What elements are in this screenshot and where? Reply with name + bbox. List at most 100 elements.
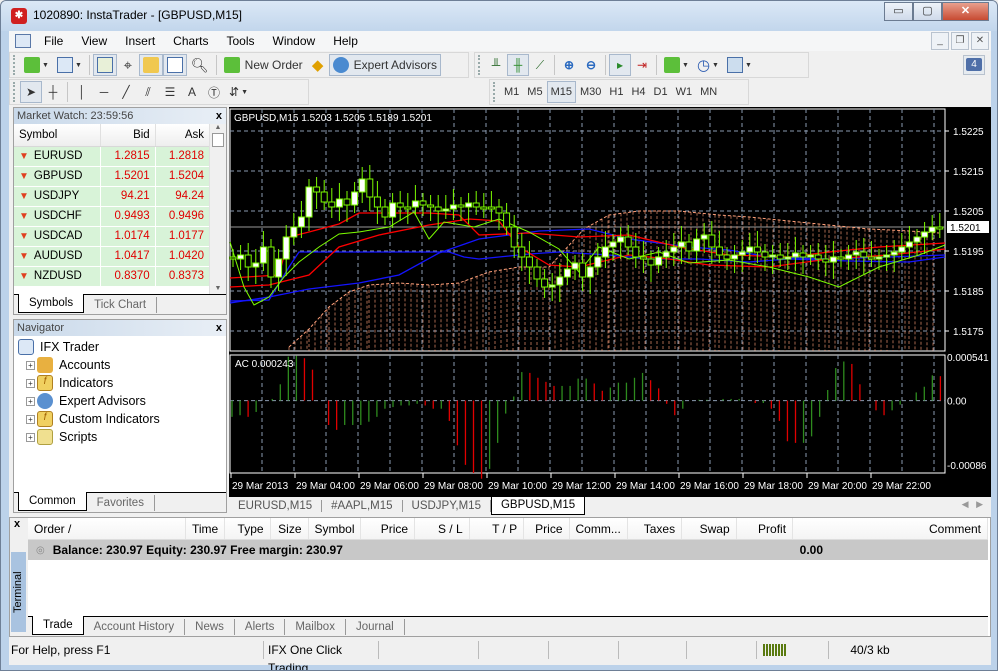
menu-file[interactable]: File [35, 34, 72, 48]
column-header[interactable]: Price [524, 518, 570, 539]
indicators-button[interactable]: ▼ [660, 54, 693, 76]
tab-journal[interactable]: Journal [346, 619, 405, 635]
alert-button[interactable]: ◆ [307, 54, 329, 76]
market-watch-row[interactable]: ▼ NZDUSD 0.8370 0.8373 [14, 266, 211, 287]
column-bid[interactable]: Bid [100, 124, 156, 147]
chart-window[interactable]: 1.5225 1.5215 1.5205 1.5195 1.5185 1.5175 1.52… [229, 107, 991, 497]
close-button[interactable]: ✕ [942, 2, 989, 21]
trendline-tool[interactable]: ╱ [115, 81, 137, 103]
tab-trade[interactable]: Trade [32, 616, 84, 635]
nav-item-accounts[interactable]: + Accounts [18, 356, 226, 374]
timeframe-m30[interactable]: M30 [576, 81, 605, 103]
periods-button[interactable]: ◷ ▼ [693, 54, 723, 76]
timeframe-m1[interactable]: M1 [500, 81, 523, 103]
market-watch-row[interactable]: ▼ GBPUSD 1.5201 1.5204 [14, 166, 211, 187]
zoom-in-button[interactable]: ⊕ [558, 54, 580, 76]
strategy-tester-button[interactable]: 🔍︎ [187, 54, 213, 76]
expand-icon[interactable]: + [26, 396, 35, 406]
mdi-minimize-button[interactable]: _ [931, 32, 949, 50]
nav-item-indicators[interactable]: + f Indicators [18, 374, 226, 392]
tab-alerts[interactable]: Alerts [235, 619, 286, 635]
crosshair-tool[interactable]: ┼ [42, 81, 64, 103]
menu-tools[interactable]: Tools [218, 34, 264, 48]
new-order-button[interactable]: New Order [220, 54, 307, 76]
text-label-tool[interactable]: Ⓣ [203, 81, 225, 103]
nav-item-scripts[interactable]: + Scripts [18, 428, 226, 446]
data-window-button[interactable]: ⌖ [117, 54, 139, 76]
menu-charts[interactable]: Charts [164, 34, 217, 48]
text-tool[interactable]: A [181, 81, 203, 103]
terminal-toggle[interactable] [162, 54, 187, 76]
menu-insert[interactable]: Insert [116, 34, 164, 48]
tab-common[interactable]: Common [18, 492, 87, 511]
timeframe-m5[interactable]: M5 [523, 81, 546, 103]
maximize-button[interactable]: ▢ [913, 2, 942, 21]
navigator-toggle[interactable] [138, 54, 163, 76]
navigator-close-button[interactable]: x [216, 320, 222, 336]
market-watch-row[interactable]: ▼ USDCAD 1.0174 1.0177 [14, 226, 211, 247]
column-symbol[interactable]: Symbol [14, 124, 102, 147]
column-header[interactable]: Profit [737, 518, 794, 539]
balance-row[interactable]: ◎ Balance: 230.97 Equity: 230.97 Free ma… [28, 540, 988, 560]
column-header[interactable]: S / L [415, 518, 470, 539]
profiles-button[interactable]: ▼ [53, 54, 86, 76]
expert-advisors-button[interactable]: Expert Advisors [328, 54, 442, 76]
market-watch-row[interactable]: ▼ USDCHF 0.9493 0.9496 [14, 206, 211, 227]
auto-scroll-button[interactable]: ▸ [609, 54, 631, 76]
equidistant-channel-tool[interactable]: ⫽ [137, 81, 159, 103]
status-one-click[interactable]: IFX One Click Trading [264, 641, 379, 670]
scroll-left-icon[interactable]: ◀ [962, 499, 969, 509]
market-watch-row[interactable]: ▼ EURUSD 1.2815 1.2818 [14, 146, 211, 167]
column-header[interactable]: Time [186, 518, 226, 539]
timeframe-h4[interactable]: H4 [627, 81, 649, 103]
chart-tab-usdjpy[interactable]: USDJPY,M15 [403, 500, 491, 512]
templates-button[interactable]: ▼ [723, 54, 756, 76]
timeframe-m15[interactable]: M15 [546, 81, 576, 103]
tab-mailbox[interactable]: Mailbox [285, 619, 346, 635]
chart-tab-gbpusd[interactable]: GBPUSD,M15 [490, 497, 586, 515]
price-chart[interactable]: 1.5225 1.5215 1.5205 1.5195 1.5185 1.5175 1.52… [229, 107, 991, 497]
scroll-thumb[interactable] [212, 133, 224, 147]
mdi-restore-button[interactable]: ❐ [951, 32, 969, 50]
column-header[interactable]: Taxes [628, 518, 683, 539]
scroll-up-icon[interactable]: ▲ [210, 124, 226, 131]
chart-tab-aapl[interactable]: #AAPL,M15 [322, 500, 403, 512]
chart-tab-scroll[interactable]: ◀ ▶ [962, 499, 983, 510]
tab-tick-chart[interactable]: Tick Chart [84, 297, 158, 313]
zoom-out-button[interactable]: ⊖ [580, 54, 602, 76]
column-header[interactable]: Type [225, 518, 271, 539]
tab-favorites[interactable]: Favorites [87, 495, 155, 511]
line-chart-button[interactable]: ⟋ [529, 54, 551, 76]
column-header[interactable]: Price [361, 518, 416, 539]
menu-view[interactable]: View [72, 34, 116, 48]
new-chart-button[interactable]: ▼ [20, 54, 53, 76]
menu-help[interactable]: Help [324, 34, 367, 48]
tab-news[interactable]: News [185, 619, 235, 635]
timeframe-w1[interactable]: W1 [672, 81, 697, 103]
nav-item-custom-indicators[interactable]: + f Custom Indicators [18, 410, 226, 428]
market-watch-close-button[interactable]: x [216, 108, 222, 124]
timeframe-d1[interactable]: D1 [650, 81, 672, 103]
market-watch-row[interactable]: ▼ USDJPY 94.21 94.24 [14, 186, 211, 207]
nav-item-expert-advisors[interactable]: + Expert Advisors [18, 392, 226, 410]
market-watch-row[interactable]: ▼ AUDUSD 1.0417 1.0420 [14, 246, 211, 267]
chart-tab-eurusd[interactable]: EURUSD,M15 [229, 500, 323, 512]
timeframe-h1[interactable]: H1 [605, 81, 627, 103]
column-header[interactable]: Symbol [309, 518, 361, 539]
column-header[interactable]: Swap [682, 518, 737, 539]
timeframe-mn[interactable]: MN [696, 81, 721, 103]
tab-account-history[interactable]: Account History [84, 619, 186, 635]
candlestick-button[interactable]: ╫ [507, 54, 529, 76]
expand-icon[interactable]: + [26, 360, 35, 370]
chart-shift-button[interactable]: ⇥ [631, 54, 653, 76]
expand-icon[interactable]: + [26, 378, 35, 388]
scroll-right-icon[interactable]: ▶ [976, 499, 983, 509]
terminal-close-button[interactable]: x [10, 518, 28, 530]
market-watch-scrollbar[interactable]: ▲ ▼ [209, 124, 226, 294]
scroll-down-icon[interactable]: ▼ [210, 285, 226, 292]
tab-symbols[interactable]: Symbols [18, 294, 85, 313]
market-watch-toggle[interactable] [92, 54, 117, 76]
column-header[interactable]: Size [271, 518, 309, 539]
minimize-button[interactable]: ▭ [884, 2, 913, 21]
arrows-tool[interactable]: ⇵ ▼ [225, 81, 252, 103]
